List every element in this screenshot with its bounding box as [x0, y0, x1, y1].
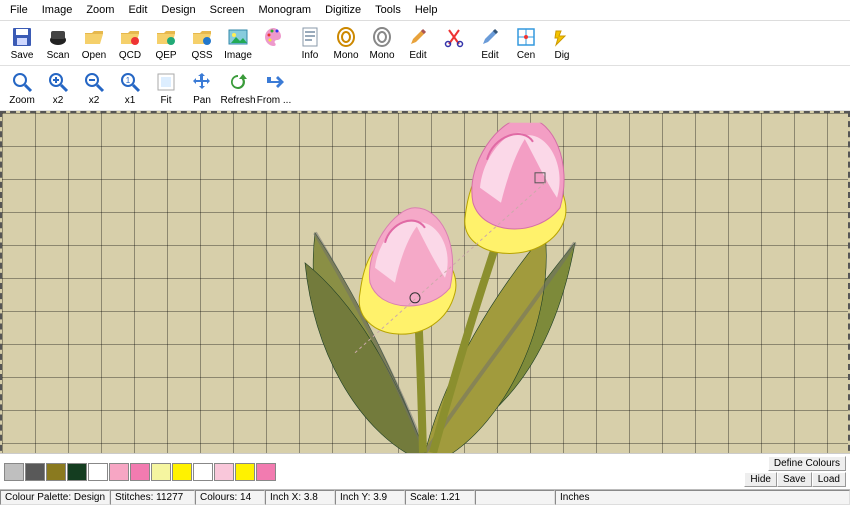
edit2-icon	[478, 25, 502, 49]
colour-swatch-9[interactable]	[193, 463, 213, 481]
qss-button[interactable]: QSS	[184, 23, 220, 63]
hide-button[interactable]: Hide	[744, 472, 777, 487]
status-units: Inches	[555, 490, 850, 505]
toolbar-view: Zoomx2x21x1FitPanRefreshFrom ...	[0, 66, 850, 111]
pan-icon	[190, 70, 214, 94]
menu-monogram[interactable]: Monogram	[253, 2, 318, 18]
menu-screen[interactable]: Screen	[204, 2, 251, 18]
status-inchx: Inch X: 3.8	[265, 490, 335, 505]
palette-button[interactable]	[256, 23, 292, 63]
menu-zoom[interactable]: Zoom	[80, 2, 120, 18]
statusbar: Colour Palette: Design Stitches: 11277 C…	[0, 489, 850, 505]
colour-swatches	[4, 463, 276, 481]
colour-swatch-11[interactable]	[235, 463, 255, 481]
colour-swatch-10[interactable]	[214, 463, 234, 481]
mono2-button[interactable]: Mono	[364, 23, 400, 63]
status-stitches: Stitches: 11277	[110, 490, 195, 505]
define-colours-button[interactable]: Define Colours	[768, 456, 846, 471]
qep-button[interactable]: QEP	[148, 23, 184, 63]
menu-edit[interactable]: Edit	[122, 2, 153, 18]
status-palette: Colour Palette: Design	[0, 490, 110, 505]
info-button[interactable]: Info	[292, 23, 328, 63]
colour-swatch-5[interactable]	[109, 463, 129, 481]
scan-icon	[46, 25, 70, 49]
zoom-out-icon	[82, 70, 106, 94]
qcd-icon	[118, 25, 142, 49]
colour-swatch-6[interactable]	[130, 463, 150, 481]
from-button[interactable]: From ...	[256, 68, 292, 108]
palette-icon	[262, 25, 286, 49]
menu-design[interactable]: Design	[155, 2, 201, 18]
fit-button[interactable]: Fit	[148, 68, 184, 108]
menubar: FileImageZoomEditDesignScreenMonogramDig…	[0, 0, 850, 21]
menu-help[interactable]: Help	[409, 2, 444, 18]
qep-icon	[154, 25, 178, 49]
colour-swatch-8[interactable]	[172, 463, 192, 481]
menu-image[interactable]: Image	[36, 2, 79, 18]
mono-button[interactable]: Mono	[328, 23, 364, 63]
save-button[interactable]: Save	[4, 23, 40, 63]
qss-icon	[190, 25, 214, 49]
zoom-in-icon	[46, 70, 70, 94]
info-icon	[298, 25, 322, 49]
colour-swatch-2[interactable]	[46, 463, 66, 481]
hoop-area	[0, 111, 850, 453]
mono2-icon	[370, 25, 394, 49]
status-inchy: Inch Y: 3.9	[335, 490, 405, 505]
svg-text:1: 1	[126, 76, 131, 85]
cut-button[interactable]	[436, 23, 472, 63]
dig-icon	[550, 25, 574, 49]
pan-button[interactable]: Pan	[184, 68, 220, 108]
colour-swatch-4[interactable]	[88, 463, 108, 481]
zoom-1x-button[interactable]: 1x1	[112, 68, 148, 108]
status-scale: Scale: 1.21	[405, 490, 475, 505]
open-button[interactable]: Open	[76, 23, 112, 63]
status-blank	[475, 490, 555, 505]
refresh-icon	[226, 70, 250, 94]
palette-save-button[interactable]: Save	[777, 472, 812, 487]
center-icon	[514, 25, 538, 49]
dig-button[interactable]: Dig	[544, 23, 580, 63]
colour-swatch-7[interactable]	[151, 463, 171, 481]
colour-swatch-3[interactable]	[67, 463, 87, 481]
colour-swatch-1[interactable]	[25, 463, 45, 481]
menu-digitize[interactable]: Digitize	[319, 2, 367, 18]
fit-icon	[154, 70, 178, 94]
edit-icon	[406, 25, 430, 49]
zoom-out-button[interactable]: x2	[76, 68, 112, 108]
cut-icon	[442, 25, 466, 49]
zoom-in-button[interactable]: x2	[40, 68, 76, 108]
from-icon	[262, 70, 286, 94]
refresh-button[interactable]: Refresh	[220, 68, 256, 108]
edit-button[interactable]: Edit	[400, 23, 436, 63]
edit2-button[interactable]: Edit	[472, 23, 508, 63]
toolbar-main: SaveScanOpenQCDQEPQSSImageInfoMonoMonoEd…	[0, 21, 850, 66]
image-button[interactable]: Image	[220, 23, 256, 63]
zoom-icon	[10, 70, 34, 94]
mono-icon	[334, 25, 358, 49]
zoom-1x-icon: 1	[118, 70, 142, 94]
image-icon	[226, 25, 250, 49]
status-colours: Colours: 14	[195, 490, 265, 505]
colour-swatch-0[interactable]	[4, 463, 24, 481]
load-button[interactable]: Load	[812, 472, 846, 487]
save-icon	[10, 25, 34, 49]
palette-bar: Define Colours Hide Save Load	[0, 453, 850, 489]
embroidery-design[interactable]	[245, 123, 605, 453]
open-icon	[82, 25, 106, 49]
colour-swatch-12[interactable]	[256, 463, 276, 481]
qcd-button[interactable]: QCD	[112, 23, 148, 63]
center-button[interactable]: Cen	[508, 23, 544, 63]
zoom-button[interactable]: Zoom	[4, 68, 40, 108]
menu-tools[interactable]: Tools	[369, 2, 407, 18]
design-canvas[interactable]	[0, 111, 850, 453]
menu-file[interactable]: File	[4, 2, 34, 18]
scan-button[interactable]: Scan	[40, 23, 76, 63]
